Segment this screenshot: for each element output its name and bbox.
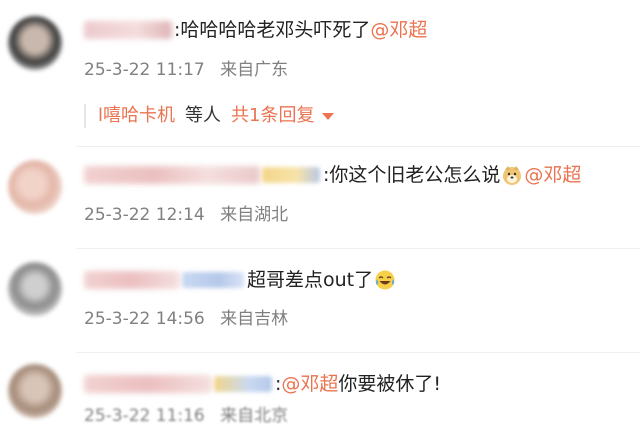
username-blurred[interactable] <box>84 271 180 289</box>
comment-date: 25-3-22 11:16 <box>84 406 205 426</box>
comment-text: 超哥差点out了 <box>247 269 374 291</box>
mention-link[interactable]: @邓超 <box>281 370 338 398</box>
avatar[interactable] <box>8 160 62 214</box>
mention-link[interactable]: @邓超 <box>370 16 427 44</box>
badge-blurred <box>182 272 244 288</box>
reply-count-link[interactable]: 共1条回复 <box>231 104 314 128</box>
comment-meta: 25-3-22 11:17 来自广东 <box>84 58 288 82</box>
comment-location: 来自吉林 <box>220 309 289 329</box>
comment-meta: 25-3-22 11:16 来自北京 <box>84 404 288 428</box>
comment-line: :你这个旧老公怎么说 @邓超 <box>84 161 581 189</box>
avatar[interactable] <box>8 262 62 316</box>
badge-blurred <box>262 167 320 183</box>
chevron-down-icon[interactable] <box>322 112 335 120</box>
username-blurred[interactable] <box>84 375 212 393</box>
avatar[interactable] <box>8 364 62 418</box>
comment-text: 你要被休了! <box>338 373 442 395</box>
comment-text: :哈哈哈哈老邓头吓死了 <box>174 19 371 41</box>
badge-blurred <box>214 376 272 392</box>
username-blurred[interactable] <box>84 21 172 39</box>
comment-line: :哈哈哈哈老邓头吓死了 @邓超 <box>84 16 427 44</box>
doge-emoji-icon <box>503 166 522 185</box>
username-blurred[interactable] <box>84 166 260 184</box>
divider <box>76 248 640 249</box>
comment-date: 25-3-22 12:14 <box>84 205 205 225</box>
comment-text: :你这个旧老公怎么说 <box>323 164 501 186</box>
replies-summary[interactable]: l嘻哈卡机 等人 共1条回复 <box>84 104 335 128</box>
divider <box>76 146 640 147</box>
avatar[interactable] <box>8 16 62 70</box>
comment-line: : @邓超 你要被休了! <box>84 370 441 398</box>
comment-location: 来自湖北 <box>220 205 289 225</box>
comment-line: 超哥差点out了 <box>84 266 397 294</box>
mention-link[interactable]: @邓超 <box>524 161 581 189</box>
comment-date: 25-3-22 14:56 <box>84 309 205 329</box>
comment-date: 25-3-22 11:17 <box>84 60 205 80</box>
comment-meta: 25-3-22 12:14 来自湖北 <box>84 203 288 227</box>
comment-location: 来自北京 <box>220 406 289 426</box>
laugh-cry-emoji-icon <box>375 270 395 290</box>
comment-location: 来自广东 <box>220 60 289 80</box>
reply-user-link[interactable]: l嘻哈卡机 <box>98 104 175 128</box>
divider <box>76 352 640 353</box>
reply-suffix: 等人 <box>185 105 222 126</box>
comment-meta: 25-3-22 14:56 来自吉林 <box>84 307 288 331</box>
